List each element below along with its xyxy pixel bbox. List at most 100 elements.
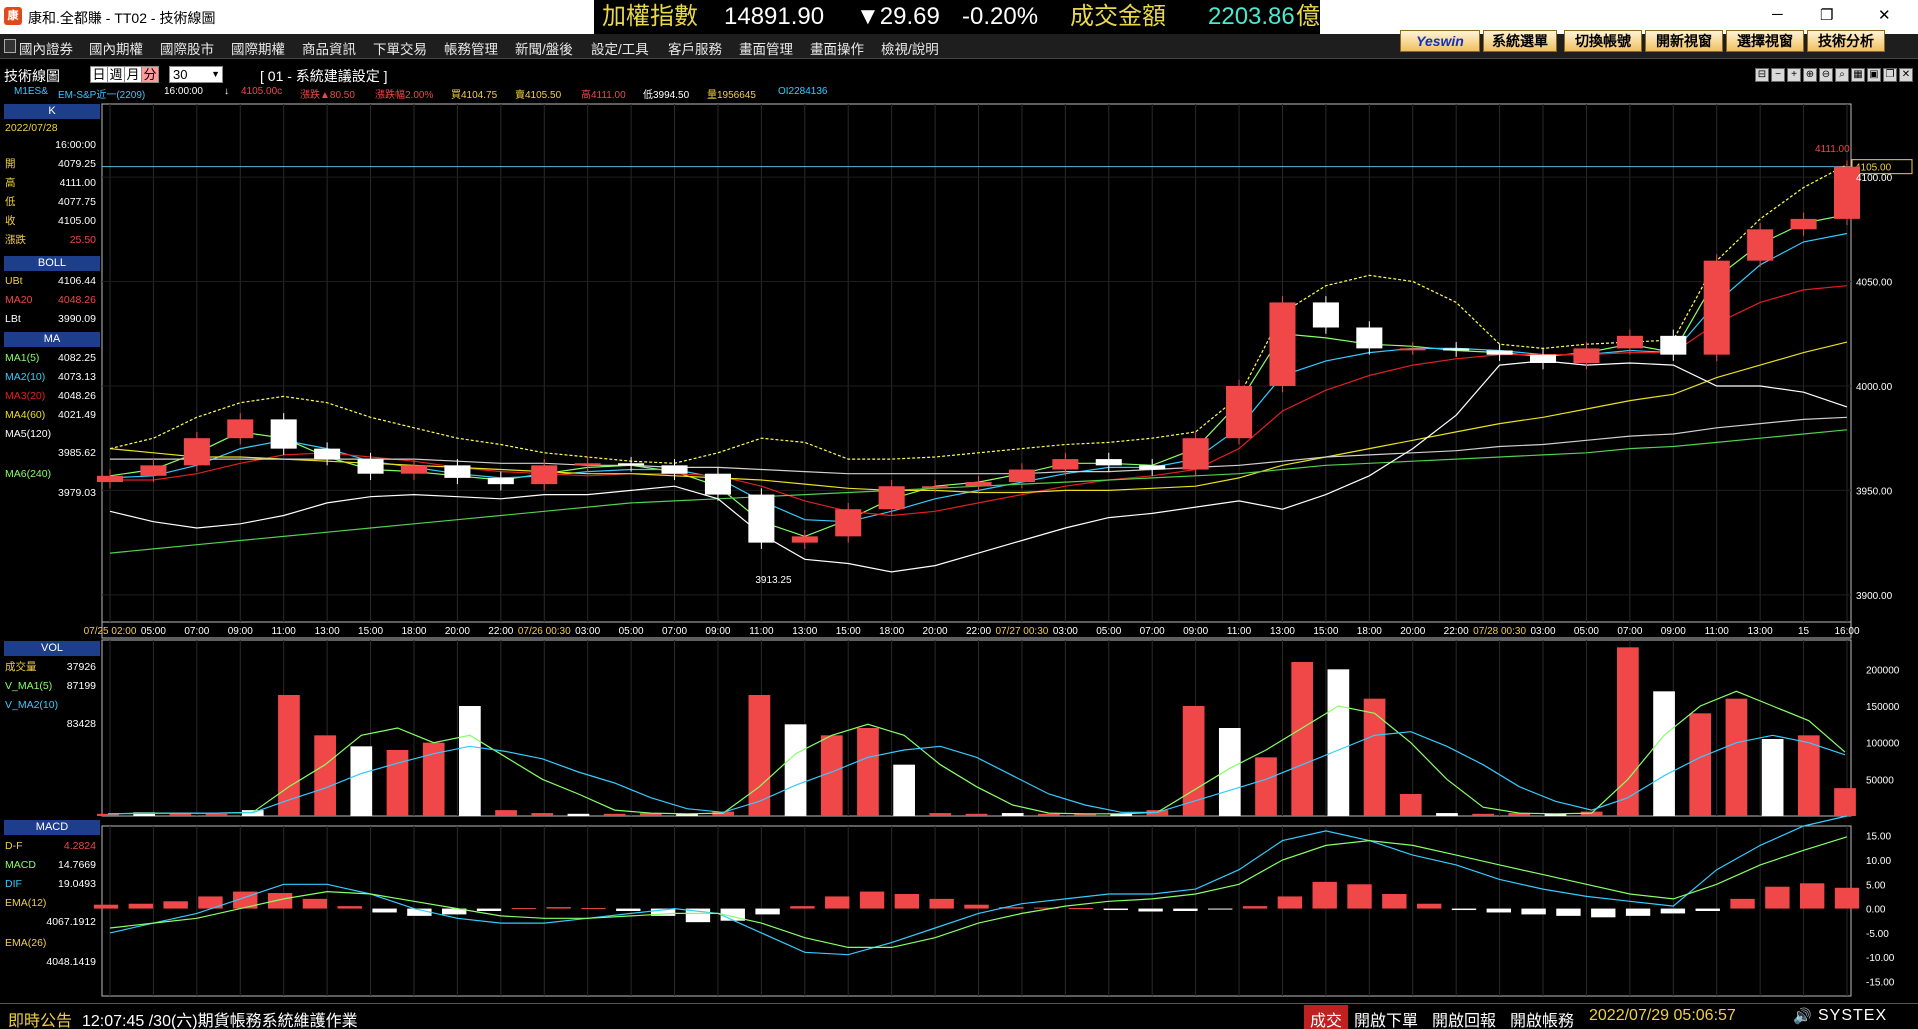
series-line-ma460: [109, 341, 1848, 494]
open-account-button[interactable]: 開啟帳務: [1510, 1007, 1574, 1029]
time-tick-label: 05:00: [619, 626, 644, 637]
boll-lbt-row: LBt 3990.09: [4, 311, 100, 327]
k-time: 16:00:00: [4, 137, 100, 153]
candle-body: [835, 509, 862, 537]
candle-body: [791, 536, 818, 543]
technical-chart[interactable]: 4105.004111.003913.25 07/25 02:00 05:00 07…: [0, 0, 1918, 1029]
price-tick-label: 3950.00: [1856, 486, 1893, 497]
menu-item[interactable]: 畫面操作: [810, 38, 864, 58]
time-tick-label: 07/26 00:30: [518, 626, 571, 637]
macd-histogram-bar: [685, 908, 711, 923]
volume-bar: [205, 813, 228, 816]
macd-histogram-bar: [825, 896, 850, 909]
volume-bar: [495, 810, 517, 816]
ma-header: MA: [4, 332, 100, 347]
vma2-value-row: 83428: [4, 716, 100, 732]
period-day-button[interactable]: 日: [90, 66, 108, 83]
price-tick-label: 4050.00: [1856, 278, 1893, 289]
volume-bar: [1001, 813, 1024, 816]
candle-body: [878, 486, 905, 510]
period-month-button[interactable]: 月: [124, 66, 142, 83]
menu-item[interactable]: 檢視/說明: [881, 38, 939, 58]
macd-line-macd: [109, 836, 1848, 949]
grid-icon[interactable]: ▦: [1851, 68, 1865, 82]
menu-item[interactable]: 國際股市: [160, 38, 214, 58]
volume-bar: [350, 746, 373, 816]
k-date-value: 2022/07/28: [5, 122, 58, 134]
symbol-name: EM-S&P近一(2209): [58, 90, 146, 101]
plus-icon[interactable]: +: [1787, 68, 1801, 82]
new-window-button[interactable]: 開新視窗: [1645, 30, 1723, 52]
sound-icon[interactable]: 🔊: [1793, 1007, 1812, 1025]
menu-item[interactable]: 國內證券: [19, 38, 73, 58]
app-logo-icon: 康: [4, 7, 22, 25]
volume-bar: [314, 735, 336, 816]
k-change-label: 漲跌: [5, 234, 26, 246]
volume-bar: [169, 813, 192, 816]
last-price-tag: [1851, 159, 1913, 175]
series-line-ma6240: [109, 429, 1848, 554]
price-pane-frame: [101, 103, 1852, 623]
menu-item[interactable]: 帳務管理: [444, 38, 498, 58]
settings-label[interactable]: [ 01 - 系統建議設定 ]: [260, 66, 388, 86]
candle-body: [227, 419, 254, 439]
quote-low: 低3994.50: [643, 90, 690, 101]
open-order-button[interactable]: 開啟下單: [1354, 1007, 1418, 1029]
macd-histogram-bar: [1521, 908, 1546, 915]
volume-bar: [1472, 813, 1494, 816]
time-tick-label: 03:00: [1053, 626, 1078, 637]
maximize-button[interactable]: ❐: [1820, 6, 1833, 24]
vol-label: 成交量: [5, 661, 37, 673]
period-minute-button[interactable]: 分: [141, 66, 159, 83]
macd-tick-label: 0.00: [1866, 905, 1886, 916]
period-week-button[interactable]: 週: [107, 66, 125, 83]
macd-histogram-bar: [1625, 908, 1651, 916]
system-menu-button[interactable]: 系統選單: [1483, 30, 1557, 52]
menu-item[interactable]: 下單交易: [373, 38, 427, 58]
clock: 2022/07/29 05:06:57: [1589, 1007, 1736, 1024]
quote-high: 高4111.00: [581, 90, 626, 101]
candle-body: [965, 482, 992, 487]
candle-body: [1356, 327, 1383, 349]
time-tick-label: 11:00: [749, 626, 774, 637]
chevron-down-icon: ▼: [211, 69, 220, 79]
zoom-in-icon[interactable]: ⊕: [1803, 68, 1817, 82]
title-bar: 康 康和.全都賺 - TT02 - 技術線圖 加權指數 14891.90 ▼29…: [0, 0, 1918, 34]
copy-icon[interactable]: ❐: [1883, 68, 1897, 82]
menu-item[interactable]: 畫面管理: [739, 38, 793, 58]
technical-analysis-button[interactable]: 技術分析: [1807, 30, 1885, 52]
menu-item[interactable]: 設定/工具: [591, 38, 649, 58]
dif-label: DIF: [5, 878, 22, 890]
candle-body: [1529, 354, 1557, 363]
trade-button[interactable]: 成交: [1304, 1005, 1349, 1029]
zoom-out-icon[interactable]: ⊖: [1819, 68, 1833, 82]
close-icon[interactable]: ✕: [1899, 68, 1913, 82]
time-tick-label: 09:00: [705, 626, 730, 637]
select-window-button[interactable]: 選擇視窗: [1726, 30, 1804, 52]
macd-histogram-bar: [1451, 908, 1477, 911]
menu-item[interactable]: 國內期權: [89, 38, 143, 58]
macd-histogram-bar: [964, 904, 989, 909]
collapse-icon[interactable]: ⊟: [1755, 68, 1769, 82]
save-icon[interactable]: ▣: [1867, 68, 1881, 82]
macd-histogram-bar: [1591, 908, 1616, 918]
volume-bar: [567, 813, 590, 816]
yeswin-button[interactable]: Yeswin: [1400, 30, 1480, 52]
time-tick-label: 05:00: [1096, 626, 1121, 637]
minus-icon[interactable]: −: [1771, 68, 1785, 82]
interval-value: 30: [173, 67, 188, 82]
switch-account-button[interactable]: 切換帳號: [1564, 30, 1642, 52]
menu-item[interactable]: 客戶服務: [668, 38, 722, 58]
interval-select[interactable]: 30 ▼: [169, 66, 223, 83]
menu-item[interactable]: 國際期權: [231, 38, 285, 58]
time-tick-label: 07:00: [184, 626, 209, 637]
close-button[interactable]: ✕: [1878, 6, 1891, 24]
menu-item[interactable]: 商品資訊: [302, 38, 356, 58]
open-report-button[interactable]: 開啟回報: [1432, 1007, 1496, 1029]
minimize-button[interactable]: ─: [1772, 6, 1783, 23]
candle-body: [1747, 229, 1774, 261]
macd-histogram-bar: [163, 901, 188, 909]
announcement-label[interactable]: 即時公告: [8, 1007, 72, 1029]
menu-item[interactable]: 新聞/盤後: [515, 38, 573, 58]
search-icon[interactable]: ⌕: [1835, 68, 1849, 82]
